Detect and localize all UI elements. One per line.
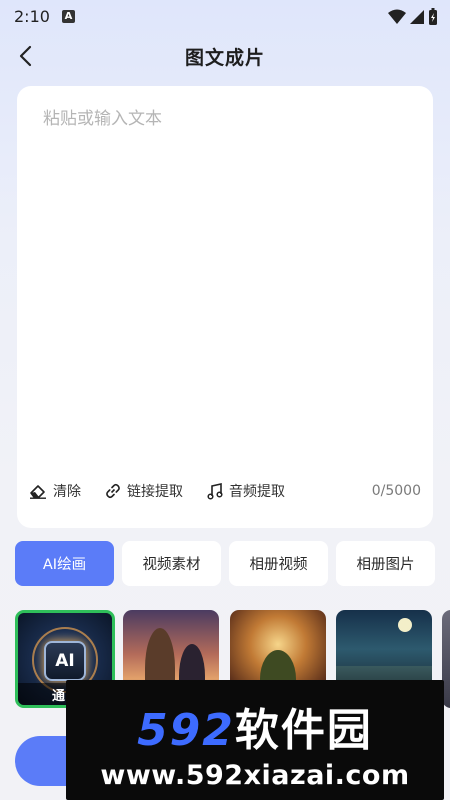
status-time: 2:10 [14,6,50,26]
tab-album-video[interactable]: 相册视频 [229,541,328,586]
tab-video-material[interactable]: 视频素材 [122,541,221,586]
back-button[interactable] [12,42,40,70]
watermark-logo: 592软件园 www.592xiazai.com [66,680,444,800]
page-title: 图文成片 [184,46,265,69]
status-bar: 2:10 A [0,0,450,32]
watermark-url: www.592xiazai.com [100,760,410,791]
moon-image [398,618,412,632]
signal-icon [410,10,424,24]
character-counter: 0/5000 [371,483,421,499]
tab-ai-painting[interactable]: AI绘画 [15,541,114,586]
ai-chip-icon: AI [44,641,86,681]
eraser-icon [30,485,46,499]
text-editor-card: 清除 链接提取 音频提取 0/5000 [17,86,433,528]
link-icon [106,483,120,499]
watermark-name: 软件园 [234,705,373,756]
battery-icon [429,8,437,25]
notification-icon: A [61,9,75,23]
editor-toolbar: 清除 链接提取 音频提取 0/5000 [29,478,421,504]
tab-album-image[interactable]: 相册图片 [336,541,435,586]
link-extract-button[interactable]: 链接提取 [105,481,183,501]
watermark-number: 592 [137,705,235,756]
audio-extract-label: 音频提取 [229,484,285,500]
source-tabs: AI绘画 视频素材 相册视频 相册图片 [15,541,435,586]
text-input[interactable] [43,104,413,464]
watermark-title: 592软件园 [66,694,444,758]
audio-extract-button[interactable]: 音频提取 [207,481,285,501]
chevron-left-icon [19,45,32,67]
wifi-icon [388,9,406,24]
music-note-icon [207,482,223,500]
clear-button[interactable]: 清除 [29,481,81,501]
clear-label: 清除 [53,484,81,500]
link-extract-label: 链接提取 [127,484,183,500]
app-header: 图文成片 [0,38,450,74]
status-icons [388,8,438,26]
